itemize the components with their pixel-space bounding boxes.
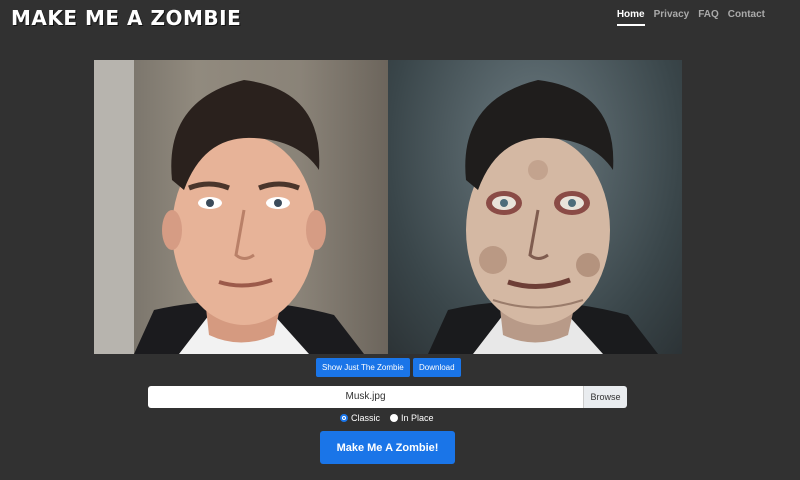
nav-home[interactable]: Home — [616, 9, 645, 26]
zombie-photo — [388, 60, 682, 354]
radio-checked-icon[interactable] — [340, 414, 348, 422]
file-upload[interactable]: Musk.jpg Browse — [148, 386, 627, 408]
file-name-field[interactable]: Musk.jpg — [148, 386, 583, 408]
browse-button[interactable]: Browse — [583, 386, 627, 408]
nav-contact[interactable]: Contact — [728, 9, 765, 26]
site-logo[interactable]: MAKE ME A ZOMBIE — [11, 6, 241, 30]
radio-classic[interactable]: Classic — [340, 413, 380, 423]
radio-in-place[interactable]: In Place — [390, 413, 434, 423]
comparison-images — [94, 60, 682, 354]
mode-selector: Classic In Place — [340, 413, 434, 423]
radio-unchecked-icon[interactable] — [390, 414, 399, 422]
show-zombie-button[interactable]: Show Just The Zombie — [316, 358, 410, 377]
original-face-illustration — [94, 60, 364, 354]
radio-in-place-label: In Place — [401, 413, 434, 423]
original-photo — [94, 60, 388, 354]
top-nav: Home Privacy FAQ Contact — [616, 9, 765, 26]
nav-privacy[interactable]: Privacy — [654, 9, 690, 26]
zombie-face-illustration — [428, 80, 658, 354]
make-zombie-button[interactable]: Make Me A Zombie! — [320, 431, 455, 464]
nav-faq[interactable]: FAQ — [698, 9, 719, 26]
download-button[interactable]: Download — [413, 358, 461, 377]
radio-classic-label: Classic — [351, 413, 381, 423]
